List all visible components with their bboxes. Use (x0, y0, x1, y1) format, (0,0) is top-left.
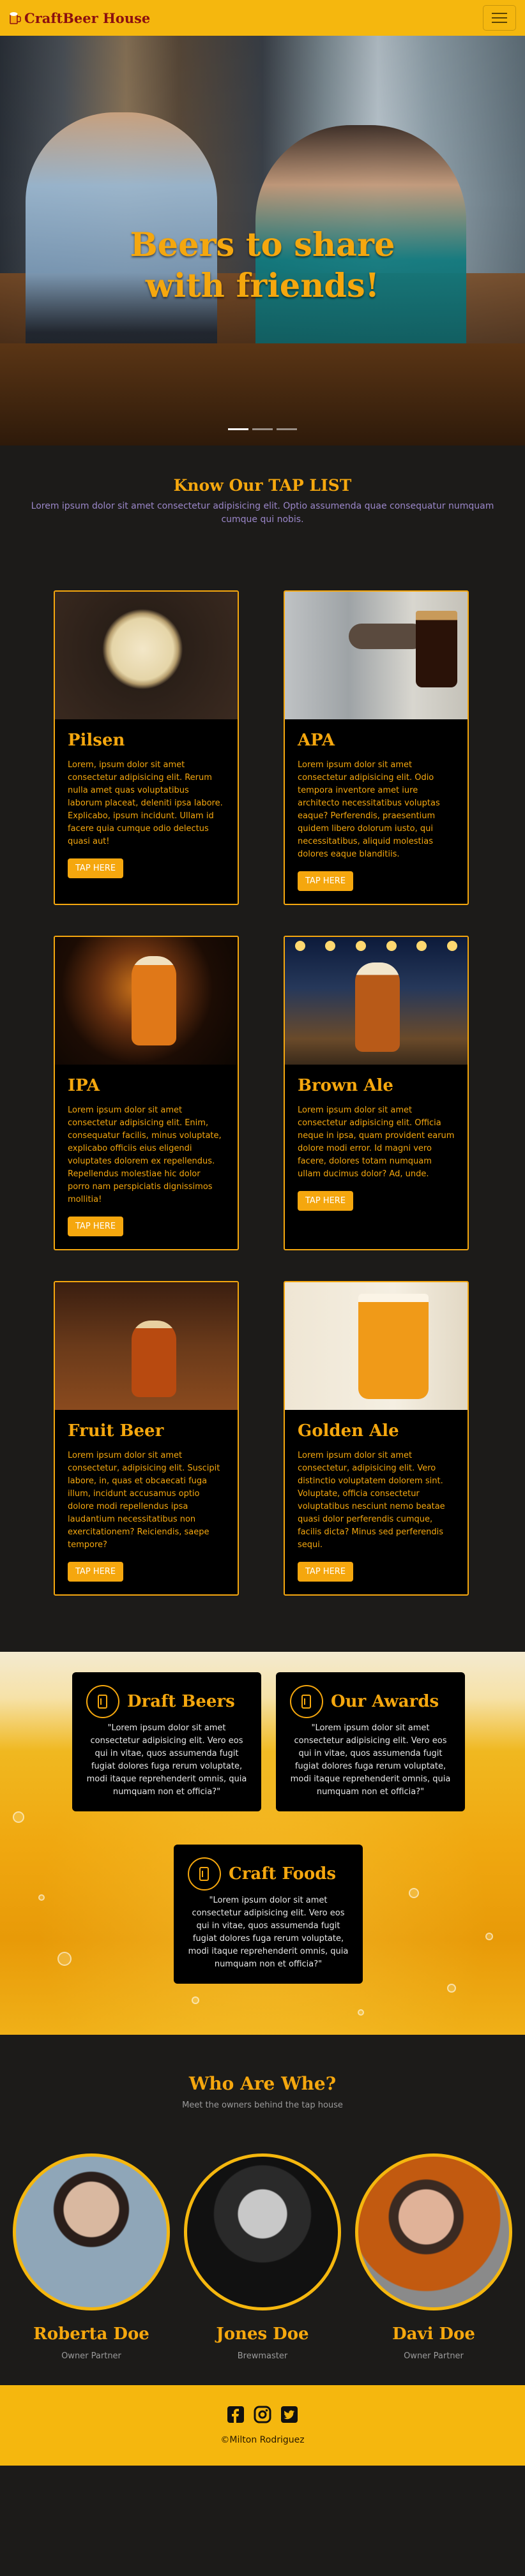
features-section: Draft Beers "Lorem ipsum dolor sit amet … (0, 1652, 525, 2035)
beer-glass-icon (290, 1685, 323, 1718)
beer-card-text: Lorem ipsum dolor sit amet consectetur, … (298, 1451, 445, 1550)
avatar (355, 2153, 512, 2310)
member-role: Owner Partner (61, 2351, 121, 2361)
member-name: Roberta Doe (33, 2325, 149, 2344)
carousel-indicators (0, 428, 525, 430)
team-title: Who Are Whe? (188, 2073, 337, 2094)
team-member-card: Roberta Doe Owner Partner (13, 2153, 170, 2361)
social-links (227, 2406, 298, 2423)
tap-here-button[interactable]: TAP HERE (298, 871, 354, 891)
beer-card-text: Lorem ipsum dolor sit amet consectetur, … (68, 1451, 220, 1550)
feature-card-draft-beers: Draft Beers "Lorem ipsum dolor sit amet … (72, 1672, 261, 1811)
beer-card-text: Lorem ipsum dolor sit amet consectetur a… (68, 1105, 222, 1204)
beer-glass-icon (188, 1857, 221, 1891)
feature-title: Draft Beers (127, 1692, 235, 1711)
feature-text: "Lorem ipsum dolor sit amet consectetur … (188, 1896, 349, 1969)
taplist-description: Lorem ipsum dolor sit amet consectetur a… (31, 501, 494, 525)
copyright-text: ©Milton Rodriguez (220, 2435, 305, 2445)
team-subtitle: Meet the owners behind the tap house (182, 2100, 343, 2110)
beer-card-fruit-beer: Fruit Beer Lorem ipsum dolor sit amet co… (54, 1281, 239, 1596)
brand-name: CraftBeer House (24, 10, 151, 26)
beer-cards-grid: Pilsen Lorem, ipsum dolor sit amet conse… (0, 527, 525, 1596)
beer-card-image (285, 1282, 468, 1410)
beer-card-text: Lorem, ipsum dolor sit amet consectetur … (68, 760, 223, 846)
beer-card-title: Golden Ale (298, 1421, 399, 1441)
beer-card-pilsen: Pilsen Lorem, ipsum dolor sit amet conse… (54, 590, 239, 905)
carousel-indicator-2[interactable] (252, 428, 273, 430)
footer: ©Milton Rodriguez (0, 2385, 525, 2466)
feature-title: Our Awards (331, 1692, 439, 1711)
navbar: CraftBeer House (0, 0, 525, 36)
member-role: Owner Partner (404, 2351, 464, 2361)
hamburger-icon (492, 13, 507, 14)
team-members: Roberta Doe Owner Partner Jones Doe Brew… (0, 2153, 525, 2361)
tap-here-button[interactable]: TAP HERE (298, 1562, 354, 1582)
avatar (184, 2153, 341, 2310)
beer-card-image (55, 937, 238, 1065)
tap-here-button[interactable]: TAP HERE (68, 1562, 124, 1582)
beer-card-image (55, 1282, 238, 1410)
carousel-indicator-1[interactable] (228, 428, 248, 430)
team-member-card: Davi Doe Owner Partner (355, 2153, 512, 2361)
twitter-icon[interactable] (280, 2406, 298, 2423)
tap-here-button[interactable]: TAP HERE (68, 1217, 124, 1236)
avatar (13, 2153, 170, 2310)
member-role: Brewmaster (237, 2351, 288, 2361)
facebook-icon[interactable] (227, 2406, 245, 2423)
beer-card-text: Lorem ipsum dolor sit amet consectetur a… (298, 760, 440, 859)
beer-card-title: Fruit Beer (68, 1421, 164, 1441)
beer-card-ipa: IPA Lorem ipsum dolor sit amet consectet… (54, 936, 239, 1250)
beer-card-title: Brown Ale (298, 1076, 393, 1095)
beer-mug-icon (10, 12, 21, 24)
beer-card-image (55, 592, 238, 719)
team-member-card: Jones Doe Brewmaster (184, 2153, 341, 2361)
beer-card-apa: APA Lorem ipsum dolor sit amet consectet… (284, 590, 469, 905)
tap-here-button[interactable]: TAP HERE (68, 858, 124, 878)
beer-card-brown-ale: Brown Ale Lorem ipsum dolor sit amet con… (284, 936, 469, 1250)
instagram-icon[interactable] (254, 2406, 271, 2423)
feature-card-our-awards: Our Awards "Lorem ipsum dolor sit amet c… (276, 1672, 465, 1811)
beer-card-golden-ale: Golden Ale Lorem ipsum dolor sit amet co… (284, 1281, 469, 1596)
beer-card-title: IPA (68, 1076, 100, 1095)
taplist-title: Know Our TAP LIST (173, 476, 352, 495)
feature-title: Craft Foods (229, 1864, 337, 1883)
hero-carousel: Beers to share with friends! (0, 36, 525, 446)
beer-card-title: Pilsen (68, 731, 125, 750)
team-section: Who Are Whe? Meet the owners behind the … (0, 2035, 525, 2361)
navbar-toggle-button[interactable] (483, 5, 516, 31)
feature-text: "Lorem ipsum dolor sit amet consectetur … (290, 1723, 451, 1797)
feature-text: "Lorem ipsum dolor sit amet consectetur … (86, 1723, 247, 1797)
member-name: Jones Doe (216, 2325, 309, 2344)
beer-card-image (285, 937, 468, 1065)
brand-link[interactable]: CraftBeer House (9, 10, 150, 26)
member-name: Davi Doe (392, 2325, 475, 2344)
hero-title: Beers to share with friends! (130, 226, 395, 305)
beer-card-image (285, 592, 468, 719)
beer-card-text: Lorem ipsum dolor sit amet consectetur a… (298, 1105, 455, 1179)
beer-card-title: APA (298, 731, 335, 750)
beer-glass-icon (86, 1685, 119, 1718)
feature-card-craft-foods: Craft Foods "Lorem ipsum dolor sit amet … (174, 1845, 363, 1984)
taplist-section: Know Our TAP LIST Lorem ipsum dolor sit … (0, 446, 525, 527)
carousel-indicator-3[interactable] (277, 428, 297, 430)
tap-here-button[interactable]: TAP HERE (298, 1191, 354, 1211)
